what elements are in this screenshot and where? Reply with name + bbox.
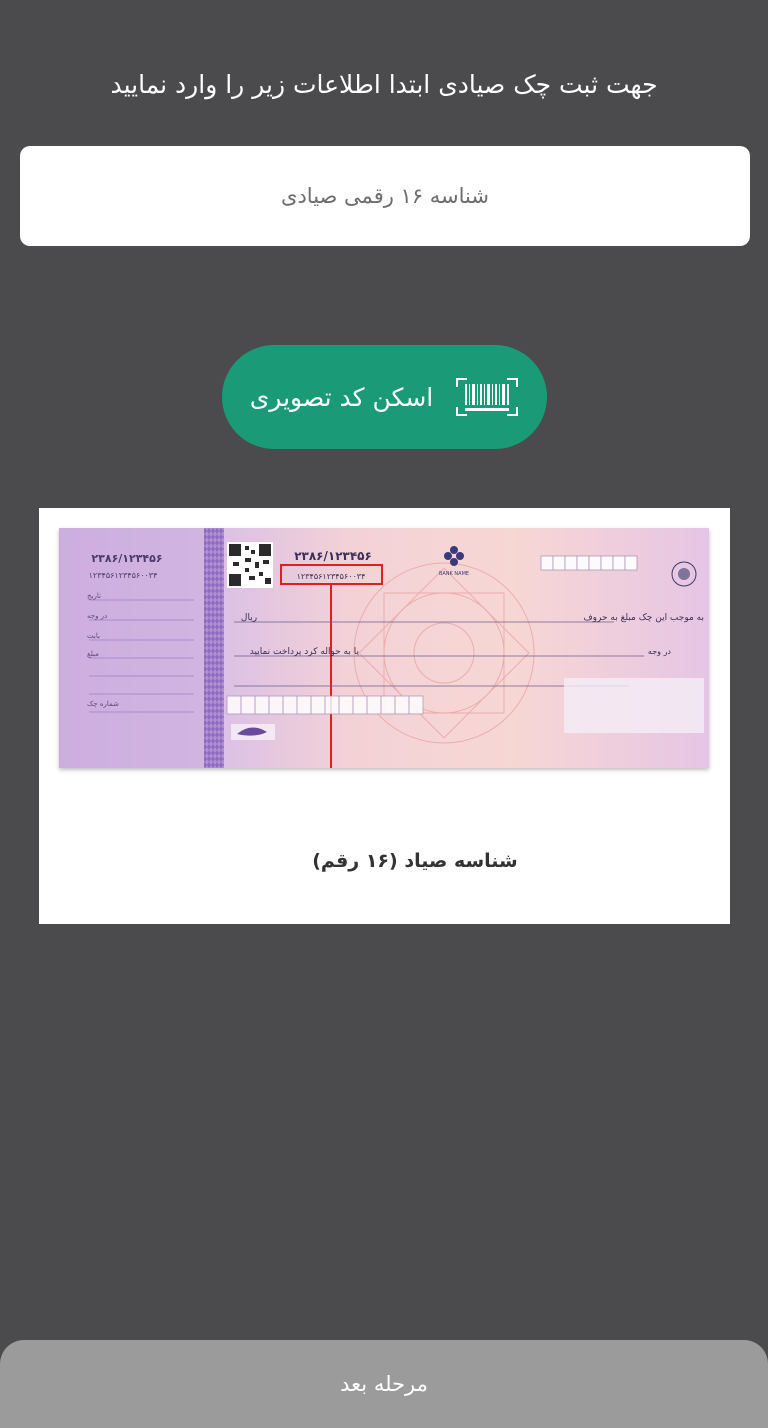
stub-label-amount: مبلغ [87,650,99,658]
next-step-label: مرحله بعد [340,1372,428,1396]
line-order: یا به حواله کرد پرداخت نمایید [250,647,360,657]
sample-cheque-panel: ۲۳۸۶/۱۲۳۴۵۶ ۱۲۳۴۵۶۱۲۳۴۵۶۰۰۳۴ تاریخ در وج… [39,508,730,924]
sample-caption: شناسه صیاد (۱۶ رقم) [312,850,518,872]
line-date: در وجه [648,647,672,656]
line-currency: ریال [241,613,257,623]
sample-cheque-image: ۲۳۸۶/۱۲۳۴۵۶ ۱۲۳۴۵۶۱۲۳۴۵۶۰۰۳۴ تاریخ در وج… [59,528,709,768]
stub-label-date: تاریخ [87,592,101,600]
line-pay-to: به موجب این چک مبلغ به حروف [583,613,704,623]
cheque-sayad-number: ۱۲۳۴۵۶۱۲۳۴۵۶۰۰۳۴ [297,572,366,581]
page-instruction: جهت ثبت چک صیادی ابتدا اطلاعات زیر را وا… [110,70,658,99]
bank-name-label: BANK NAME [439,571,469,577]
scan-barcode-button[interactable]: اسکن کد تصویری [222,345,547,449]
barcode-scan-icon [456,378,519,416]
cheque-serial: ۲۳۸۶/۱۲۳۴۵۶ [294,549,372,563]
stub-label-payee: در وجه [87,612,107,620]
next-step-button[interactable]: مرحله بعد [0,1340,768,1428]
sayad-id-input[interactable] [20,146,750,246]
stub-sayad-number: ۱۲۳۴۵۶۱۲۳۴۵۶۰۰۳۴ [89,571,158,580]
stub-label-cheque-no: شماره چک [87,700,119,708]
scan-button-label: اسکن کد تصویری [249,382,434,412]
stub-serial: ۲۳۸۶/۱۲۳۴۵۶ [91,552,162,565]
stub-label-purpose: بابت [87,632,100,640]
